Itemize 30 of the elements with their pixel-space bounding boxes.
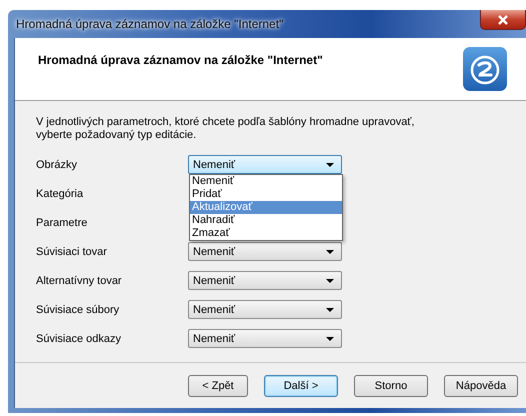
caret-icon [326, 336, 334, 340]
window-title: Hromadná úprava záznamov na záložke "Internet" [16, 17, 284, 31]
dialog-button[interactable]: < Zpět [188, 374, 248, 396]
field-label: Súvisiace odkazy [36, 332, 122, 344]
dropdown-option[interactable]: Nemeniť [190, 175, 342, 188]
dropdown[interactable]: Nemeniť [188, 242, 342, 261]
instruction-text: V jednotlivých parametroch, ktoré chcete podľa šablóny hromadne upravovať, vyberte požadovaný typ editácie. [36, 116, 416, 142]
caret-icon [326, 250, 334, 254]
logo-icon [462, 46, 508, 92]
field-label: Súvisiace súbory [36, 304, 120, 316]
dropdown-option[interactable]: Zmazať [190, 227, 342, 240]
dropdown[interactable]: Nemeniť [188, 271, 342, 290]
dialog-button[interactable]: Nápověda [444, 374, 518, 396]
caret-icon [326, 278, 334, 282]
close-icon [497, 14, 509, 24]
dialog-button[interactable]: Storno [354, 374, 428, 396]
dropdown[interactable]: Nemeniť [188, 329, 342, 348]
header-title: Hromadná úprava záznamov na záložke "Internet" [38, 53, 323, 67]
field-label: Súvisiaci tovar [36, 246, 108, 258]
field-label: Kategória [36, 188, 84, 200]
dropdown-option[interactable]: Nahradiť [190, 214, 342, 227]
field-label: Parametre [36, 216, 88, 228]
dialog-button[interactable]: Další > [264, 374, 338, 396]
field-label: Alternatívny tovar [36, 274, 123, 286]
dropdown-option[interactable]: Pridať [190, 188, 342, 201]
caret-icon [326, 308, 334, 312]
close-button[interactable] [480, 10, 526, 30]
field-label: Obrázky [36, 158, 78, 170]
dropdown[interactable]: Nemeniť [188, 300, 342, 319]
caret-icon [326, 162, 334, 166]
